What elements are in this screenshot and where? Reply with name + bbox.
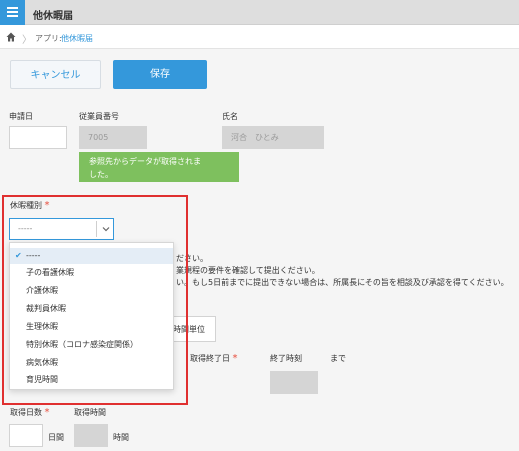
required-mark: * bbox=[44, 200, 50, 211]
days-taken-unit: 日間 bbox=[48, 433, 64, 442]
days-taken-label: 取得日数 * bbox=[10, 407, 50, 418]
app-header: 他休暇届 bbox=[0, 0, 519, 25]
dropdown-option-special-covid[interactable]: 特別休暇（コロナ感染症関係） bbox=[10, 337, 173, 353]
required-mark: * bbox=[44, 407, 50, 418]
breadcrumb-separator-icon: 〉 bbox=[22, 35, 32, 46]
name-field: 河合 ひとみ bbox=[222, 126, 324, 149]
instruction-line-1: ださい。 bbox=[176, 254, 208, 263]
breadcrumb: 〉 アプリ: 他休暇届 bbox=[0, 25, 519, 49]
lookup-notice-line1: 参照先からデータが取得されま bbox=[89, 157, 201, 166]
home-icon[interactable] bbox=[6, 32, 16, 42]
days-taken-input[interactable] bbox=[9, 424, 43, 447]
application-date-input[interactable] bbox=[9, 126, 67, 149]
dropdown-option-sick[interactable]: 病気休暇 bbox=[10, 355, 173, 371]
breadcrumb-app-label: アプリ: bbox=[35, 34, 62, 43]
lookup-notice-line2: した。 bbox=[89, 170, 113, 179]
leave-type-label: 休暇種別 * bbox=[10, 200, 50, 211]
select-divider bbox=[96, 221, 97, 237]
employee-number-label: 従業員番号 bbox=[79, 112, 119, 121]
instruction-line-3: い。もし5日前までに提出できない場合は、所属長にその旨を相談及び承認を得てくださ… bbox=[176, 278, 509, 287]
app-menu-icon[interactable] bbox=[0, 0, 25, 25]
end-date-label: 取得終了日 * bbox=[190, 353, 238, 364]
hours-taken-unit: 時間 bbox=[113, 433, 129, 442]
dropdown-option-child-nursing[interactable]: 子の看護休暇 bbox=[10, 265, 173, 281]
hours-taken-label: 取得時間 bbox=[74, 408, 106, 417]
name-label: 氏名 bbox=[222, 112, 238, 121]
dropdown-option-juror[interactable]: 裁判員休暇 bbox=[10, 301, 173, 317]
breadcrumb-app-link[interactable]: 他休暇届 bbox=[61, 33, 93, 44]
cancel-button[interactable]: キャンセル bbox=[10, 60, 101, 89]
app-title: 他休暇届 bbox=[33, 11, 73, 22]
end-time-label: 終了時刻 bbox=[270, 354, 302, 363]
leave-type-select[interactable]: ----- bbox=[9, 218, 114, 240]
lookup-notice: 参照先からデータが取得されま した。 bbox=[79, 152, 239, 182]
dropdown-option-caregiving[interactable]: 介護休暇 bbox=[10, 283, 173, 299]
leave-type-dropdown: ✔ ----- 子の看護休暇 介護休暇 裁判員休暇 生理休暇 特別休暇（コロナ感染… bbox=[9, 242, 174, 390]
instruction-line-2: 業規程の要件を確認して提出ください。 bbox=[176, 266, 320, 275]
required-mark: * bbox=[232, 353, 238, 364]
check-icon: ✔ bbox=[15, 251, 22, 260]
end-time-suffix: まで bbox=[330, 354, 346, 363]
end-time-field bbox=[270, 371, 318, 394]
dropdown-option-menstrual[interactable]: 生理休暇 bbox=[10, 319, 173, 335]
dropdown-option-childcare-time[interactable]: 育児時間 bbox=[10, 372, 173, 388]
employee-number-field: 7005 bbox=[79, 126, 147, 149]
hours-taken-field bbox=[74, 424, 108, 447]
dropdown-option-none[interactable]: ✔ ----- bbox=[10, 248, 173, 264]
chevron-down-icon bbox=[102, 227, 110, 232]
application-date-label: 申請日 bbox=[9, 112, 33, 121]
leave-type-selected-value: ----- bbox=[18, 224, 33, 233]
save-button[interactable]: 保存 bbox=[113, 60, 207, 89]
unit-option-label: 時間単位 bbox=[173, 325, 205, 334]
